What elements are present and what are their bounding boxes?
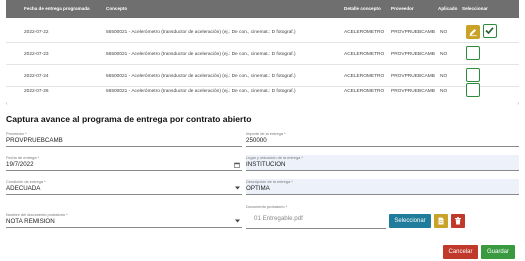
cell-aplicado: NO: [440, 89, 448, 94]
nombre-documento-label: Nombre del documento probatorio *: [6, 212, 68, 217]
select-checkbox-checked[interactable]: [483, 24, 497, 38]
cell-proveedor: PROVPRUEBCAMB: [391, 52, 435, 57]
calendar-icon[interactable]: [234, 162, 240, 170]
documento-probatorio-label: Documento probatorio *: [246, 204, 288, 209]
table-row: 2022-07-22 56500021 - Acelerómetro (tran…: [6, 21, 519, 43]
cell-detalle: ACELEROMETRO: [344, 89, 385, 94]
header-detalle[interactable]: Detalle concepto: [344, 6, 381, 11]
cell-concepto: 56500021 - Acelerómetro (transductor de …: [106, 52, 296, 57]
fecha-entrega-value: 19/7/2022: [6, 161, 34, 168]
lugar-entrega-field[interactable]: Lugar y ubicación de la entrega * INSTIT…: [246, 155, 519, 171]
cell-concepto: 56500021 - Acelerómetro (transductor de …: [106, 30, 296, 35]
cell-aplicado: NO: [440, 30, 448, 35]
descripcion-entrega-value: OPTIMA: [246, 185, 270, 192]
cancel-button[interactable]: Cancelar: [443, 245, 478, 259]
document-icon: [438, 217, 444, 225]
select-checkbox[interactable]: [466, 83, 480, 97]
file-field-underline: [246, 228, 386, 229]
header-fecha[interactable]: Fecha de entrega programada: [24, 6, 90, 11]
cell-concepto: 56500021 - Acelerómetro (transductor de …: [106, 74, 296, 79]
documento-probatorio-field[interactable]: 01 Entregable.pdf: [246, 213, 386, 226]
seleccionar-button[interactable]: Seleccionar: [389, 214, 431, 228]
scroll-left-icon[interactable]: ‹: [6, 101, 8, 107]
proveedor-label: Proveedor *: [6, 131, 27, 136]
cell-proveedor: PROVPRUEBCAMB: [391, 74, 435, 79]
cell-detalle: ACELEROMETRO: [344, 52, 385, 57]
dropdown-arrow-icon: [235, 219, 240, 225]
cell-fecha: 2022-07-26: [24, 89, 49, 94]
fecha-entrega-field[interactable]: Fecha de entrega * 19/7/2022: [6, 155, 242, 171]
dropdown-arrow-icon: [235, 186, 240, 192]
nombre-documento-select[interactable]: Nombre del documento probatorio * NOTA R…: [6, 212, 242, 228]
cell-fecha: 2022-07-23: [24, 52, 49, 57]
proveedor-field[interactable]: Proveedor * PROVPRUEBCAMB: [6, 131, 242, 147]
condicion-entrega-select[interactable]: Condición de entrega * ADECUADA: [6, 179, 242, 195]
header-proveedor[interactable]: Proveedor: [391, 6, 414, 11]
importe-value: 250000: [246, 137, 267, 144]
cell-detalle: ACELEROMETRO: [344, 74, 385, 79]
cell-fecha: 2022-07-22: [24, 30, 49, 35]
table-header: Fecha de entrega programada Concepto Det…: [6, 0, 519, 18]
importe-field[interactable]: Importe de la entrega * 250000: [246, 131, 519, 147]
select-checkbox[interactable]: [466, 46, 480, 60]
cell-detalle: ACELEROMETRO: [344, 30, 385, 35]
condicion-entrega-label: Condición de entrega *: [6, 179, 46, 184]
scroll-right-icon[interactable]: ›: [517, 101, 519, 107]
documento-probatorio-value: 01 Entregable.pdf: [254, 215, 303, 222]
cell-aplicado: NO: [440, 52, 448, 57]
edit-icon: [469, 29, 477, 37]
header-aplicado[interactable]: Aplicado: [438, 6, 457, 11]
cell-proveedor: PROVPRUEBCAMB: [391, 89, 435, 94]
table-row: 2022-07-26 56500021 - Acelerómetro (tran…: [6, 80, 519, 102]
descripcion-entrega-field[interactable]: Descripción de la entrega * OPTIMA: [246, 179, 519, 195]
table-horizontal-scrollbar[interactable]: ‹ ›: [6, 101, 519, 107]
save-button[interactable]: Guardar: [481, 245, 515, 259]
proveedor-value: PROVPRUEBCAMB: [6, 137, 63, 144]
check-icon: [485, 27, 494, 35]
nombre-documento-value: NOTA REMISION: [6, 218, 55, 225]
header-concepto[interactable]: Concepto: [106, 6, 127, 11]
edit-button[interactable]: [466, 25, 480, 39]
section-title: Captura avance al programa de entrega po…: [6, 114, 252, 124]
cell-concepto: 56500021 - Acelerómetro (transductor de …: [106, 89, 296, 94]
cell-proveedor: PROVPRUEBCAMB: [391, 30, 435, 35]
trash-icon: [455, 217, 461, 225]
condicion-entrega-value: ADECUADA: [6, 185, 41, 192]
header-seleccionar[interactable]: Seleccionar: [462, 6, 488, 11]
fecha-entrega-label: Fecha de entrega *: [6, 155, 40, 160]
importe-label: Importe de la entrega *: [246, 131, 286, 136]
delete-document-button[interactable]: [451, 214, 465, 228]
cell-fecha: 2022-07-24: [24, 74, 49, 79]
table-row: 2022-07-23 56500021 - Acelerómetro (tran…: [6, 43, 519, 65]
lugar-entrega-label: Lugar y ubicación de la entrega *: [246, 155, 303, 160]
deliveries-table: Fecha de entrega programada Concepto Det…: [6, 0, 519, 97]
lugar-entrega-value: INSTITUCION: [246, 161, 286, 168]
view-document-button[interactable]: [434, 214, 448, 228]
descripcion-entrega-label: Descripción de la entrega *: [246, 179, 293, 184]
cell-aplicado: NO: [440, 74, 448, 79]
